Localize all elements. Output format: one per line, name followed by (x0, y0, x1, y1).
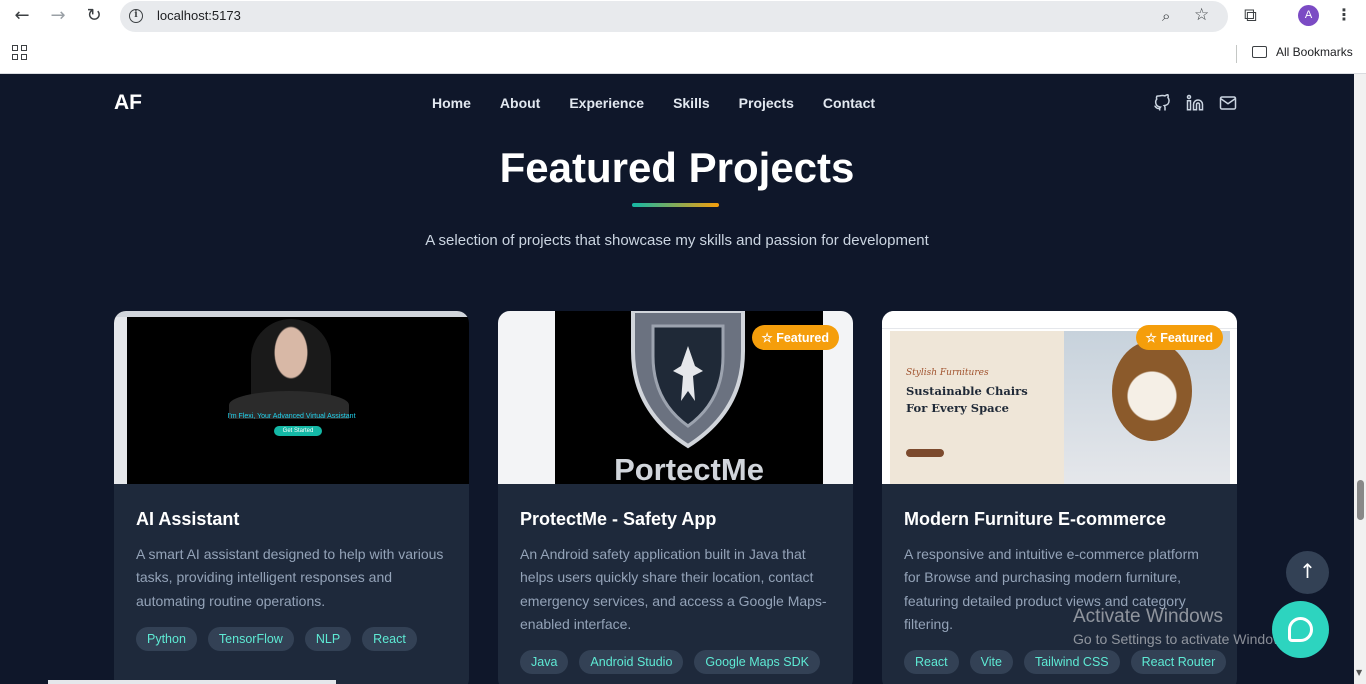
site-info-icon[interactable]: i (129, 9, 143, 23)
site-logo[interactable]: AF (114, 91, 142, 115)
tech-tag: Tailwind CSS (1023, 650, 1120, 674)
chat-button[interactable] (1272, 601, 1329, 658)
address-bar[interactable]: i localhost:5173 ⌕ ☆ (120, 1, 1228, 32)
thumbnail-heading: Sustainable Chairs For Every Space (906, 384, 1028, 415)
section-subtitle: A selection of projects that showcase my… (425, 232, 929, 249)
tech-tag: Android Studio (579, 650, 684, 674)
bookmark-star-icon[interactable]: ☆ (1194, 5, 1209, 25)
project-description: An Android safety application built in J… (520, 546, 827, 632)
chat-bubble-icon (1288, 617, 1313, 642)
project-description: A smart AI assistant designed to help wi… (136, 546, 444, 609)
featured-badge: ☆ Featured (751, 325, 839, 350)
nav-links: Home About Experience Skills Projects Co… (432, 95, 875, 111)
folder-icon[interactable] (1252, 46, 1267, 58)
mail-icon[interactable] (1219, 94, 1237, 112)
apps-grid-icon[interactable] (12, 45, 27, 60)
project-title: ProtectMe - Safety App (520, 509, 717, 529)
nav-home[interactable]: Home (432, 95, 471, 111)
nav-projects[interactable]: Projects (739, 95, 794, 111)
scrollbar-thumb[interactable] (1357, 480, 1364, 520)
url-text[interactable]: localhost:5173 (157, 8, 241, 23)
tech-tag: React (362, 627, 417, 651)
browser-toolbar: ← → ↻ i localhost:5173 ⌕ ☆ ⧉ A ⋮ (0, 0, 1366, 33)
nav-experience[interactable]: Experience (569, 95, 644, 111)
project-card[interactable]: PortectMe ☆ Featured ProtectMe - Safety … (498, 311, 853, 684)
project-title: AI Assistant (136, 509, 240, 529)
tech-tag: Python (136, 627, 197, 651)
zoom-icon[interactable]: ⌕ (1162, 7, 1170, 25)
project-title: Modern Furniture E-commerce (904, 509, 1167, 529)
project-card[interactable]: I'm Flexi, Your Advanced Virtual Assista… (114, 311, 469, 684)
tech-tags: React Vite Tailwind CSS React Router (904, 650, 1227, 674)
all-bookmarks-link[interactable]: All Bookmarks (1276, 45, 1353, 59)
tech-tag: TensorFlow (207, 627, 294, 651)
scroll-down-arrow-icon[interactable]: ▼ (1356, 668, 1362, 677)
watermark-line2: Go to Settings to activate Windows. (1073, 631, 1294, 647)
section-title: Featured Projects (499, 144, 855, 191)
tech-tag: React (904, 650, 959, 674)
extensions-icon[interactable]: ⧉ (1244, 5, 1257, 26)
thumbnail-caption: I'm Flexi, Your Advanced Virtual Assista… (227, 413, 356, 420)
reload-icon[interactable]: ↻ (82, 5, 106, 27)
tech-tag: Google Maps SDK (694, 650, 820, 674)
scroll-to-top-button[interactable]: ↑ (1286, 551, 1329, 594)
browser-menu-icon[interactable]: ⋮ (1336, 5, 1352, 24)
tech-tags: Java Android Studio Google Maps SDK (520, 650, 820, 674)
back-icon[interactable]: ← (10, 5, 34, 27)
tech-tag: NLP (304, 627, 352, 651)
watermark-line1: Activate Windows (1073, 606, 1223, 627)
shield-icon (631, 311, 745, 449)
project-thumbnail[interactable]: Stylish Furnitures Sustainable Chairs Fo… (882, 311, 1237, 484)
nav-contact[interactable]: Contact (823, 95, 875, 111)
bookmarks-bar: All Bookmarks (0, 33, 1366, 74)
project-thumbnail[interactable]: PortectMe ☆ Featured (498, 311, 853, 484)
thumbnail-tagline: Stylish Furnitures (906, 368, 989, 378)
thumbnail-wordmark: PortectMe (614, 452, 764, 484)
page-scrollbar[interactable]: ▼ (1354, 74, 1366, 684)
forward-icon[interactable]: → (46, 5, 70, 27)
bookmarks-separator (1236, 45, 1237, 63)
site-navbar: AF Home About Experience Skills Projects… (0, 74, 1354, 132)
featured-label: Featured (776, 331, 829, 345)
linkedin-icon[interactable] (1186, 94, 1204, 112)
horizontal-scroll-indicator (48, 680, 336, 684)
featured-badge: ☆ Featured (1135, 325, 1223, 350)
tech-tag: Vite (969, 650, 1013, 674)
windows-activation-watermark: Activate Windows Go to Settings to activ… (1073, 606, 1294, 647)
nav-about[interactable]: About (500, 95, 540, 111)
tech-tag: Java (520, 650, 569, 674)
profile-avatar[interactable]: A (1298, 5, 1319, 26)
page-viewport: AF Home About Experience Skills Projects… (0, 74, 1354, 684)
nav-skills[interactable]: Skills (673, 95, 710, 111)
github-icon[interactable] (1153, 93, 1171, 112)
tech-tags: Python TensorFlow NLP React (136, 627, 417, 651)
tech-tag: React Router (1130, 650, 1227, 674)
thumbnail-button: Get Started (274, 426, 322, 436)
project-thumbnail[interactable]: I'm Flexi, Your Advanced Virtual Assista… (114, 311, 469, 484)
title-underline (632, 203, 719, 207)
featured-label: Featured (1160, 331, 1213, 345)
